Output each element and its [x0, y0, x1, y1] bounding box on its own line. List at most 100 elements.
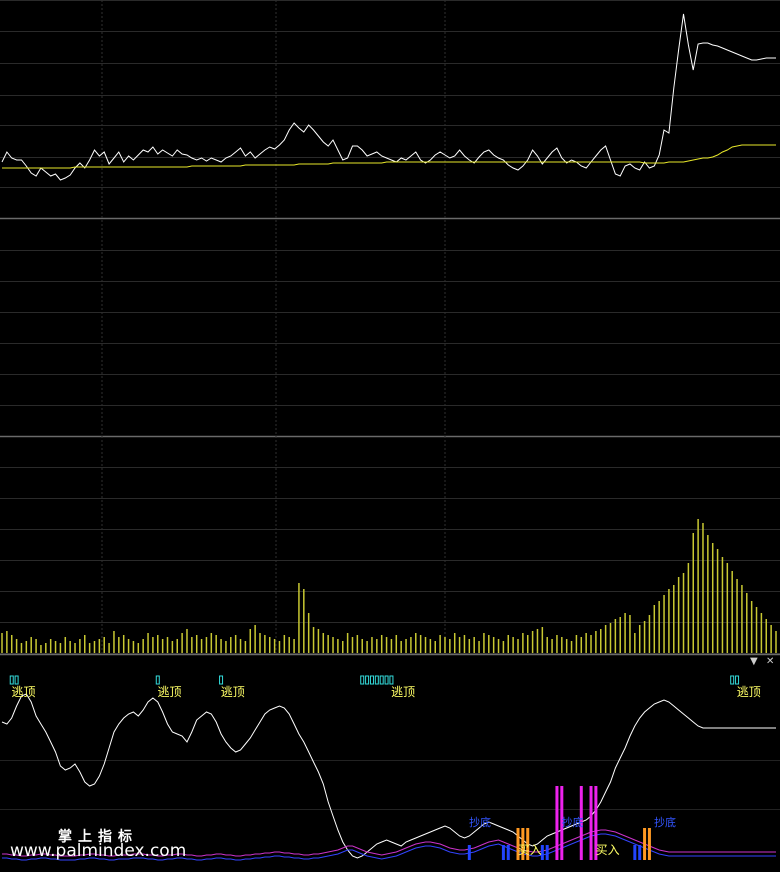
volume-bar [609, 623, 612, 653]
volume-bar [317, 629, 320, 653]
cyan-mark [360, 675, 365, 685]
cyan-mark [9, 675, 14, 685]
volume-bar [225, 641, 227, 653]
volume-bar [283, 635, 286, 653]
volume-bar [230, 637, 232, 653]
volume-bar [210, 633, 213, 653]
volume-bar [600, 629, 602, 653]
volume-bar [54, 641, 57, 653]
volume-bar [770, 625, 772, 653]
blue-bar [467, 845, 471, 860]
volume-bar [677, 577, 680, 653]
volume-bar [765, 619, 768, 653]
volume-bar [629, 615, 631, 653]
volume-bar [205, 637, 208, 653]
volume-bar [20, 643, 23, 653]
volume-bar [531, 631, 534, 653]
signal-label-bottom: 抄底 [562, 815, 584, 829]
signal-label-top: 逃顶 [737, 685, 761, 699]
volume-bar [239, 639, 242, 653]
volume-bar [259, 633, 261, 653]
volume-bar [585, 633, 587, 653]
volume-bar [502, 641, 505, 653]
volume-bar [166, 637, 169, 653]
blue-bar [501, 845, 505, 860]
volume-bar [268, 637, 271, 653]
cyan-mark [730, 675, 735, 685]
volume-bar [473, 637, 475, 653]
cyan-mark [389, 675, 394, 685]
volume-bar [444, 637, 446, 653]
volume-bar [419, 635, 422, 653]
panel-close-button[interactable]: ✕ [766, 656, 774, 667]
volume-bar [634, 633, 636, 653]
volume-bar [220, 639, 222, 653]
volume-bar [30, 637, 32, 653]
volume-bar [692, 533, 694, 653]
pink-bar [555, 786, 559, 860]
panel-dropdown-button[interactable]: ▼ [750, 656, 758, 667]
volume-bar [346, 633, 349, 653]
volume-bar [132, 641, 135, 653]
volume-bar [366, 641, 368, 653]
volume-bar [760, 613, 763, 653]
volume-bar [254, 625, 256, 653]
volume-bar [536, 629, 539, 653]
volume-bar [88, 643, 91, 653]
cyan-mark [374, 675, 379, 685]
volume-bar [118, 637, 120, 653]
volume-bar [697, 519, 699, 653]
volume-bar [327, 635, 329, 653]
volume-bar [181, 633, 183, 653]
watermark-url: www.palmindex.com [10, 841, 187, 861]
volume-bar [507, 635, 510, 653]
volume-bar [10, 635, 13, 653]
volume-bar [638, 625, 641, 653]
volume-bar [716, 549, 719, 653]
volume-bar [215, 635, 217, 653]
volume-bar [298, 583, 300, 653]
volume-bar [6, 631, 8, 653]
volume-bar [142, 639, 144, 653]
volume-bar [492, 637, 495, 653]
volume-bar [35, 639, 37, 653]
volume-bar [371, 637, 373, 653]
blue-bar [633, 845, 637, 860]
volume-bar [483, 633, 485, 653]
blue-bar [506, 845, 510, 860]
pink-bar [589, 786, 593, 860]
volume-bar [84, 635, 86, 653]
volume-bar [195, 635, 198, 653]
volume-bar [147, 633, 149, 653]
cyan-mark [384, 675, 389, 685]
volume-bar [702, 523, 704, 653]
volume-bar [595, 631, 597, 653]
volume-bar [682, 573, 685, 653]
volume-bar [234, 635, 237, 653]
volume-bar [1, 633, 3, 653]
volume-bar [200, 639, 203, 653]
volume-bar [49, 639, 52, 653]
signal-label-top: 逃顶 [221, 685, 245, 699]
volume-bar [463, 635, 466, 653]
cyan-mark [379, 675, 384, 685]
ma-line [2, 144, 776, 169]
volume-bar [186, 629, 188, 653]
volume-bar [726, 563, 729, 653]
orange-bar [643, 828, 647, 860]
volume-bar [322, 633, 325, 653]
volume-bar [741, 585, 743, 653]
volume-bar [385, 637, 388, 653]
signal-label-bottom: 抄底 [469, 815, 491, 829]
volume-bar [736, 579, 738, 653]
volume-bar [721, 557, 724, 653]
volume-bar [380, 635, 383, 653]
volume-bar [561, 637, 563, 653]
volume-bar [278, 641, 281, 653]
orange-bar [647, 828, 651, 860]
cyan-mark [155, 675, 160, 685]
volume-bar [264, 635, 266, 653]
volume-bar [687, 563, 690, 653]
volume-bar [673, 585, 675, 653]
volume-bar [410, 637, 412, 653]
